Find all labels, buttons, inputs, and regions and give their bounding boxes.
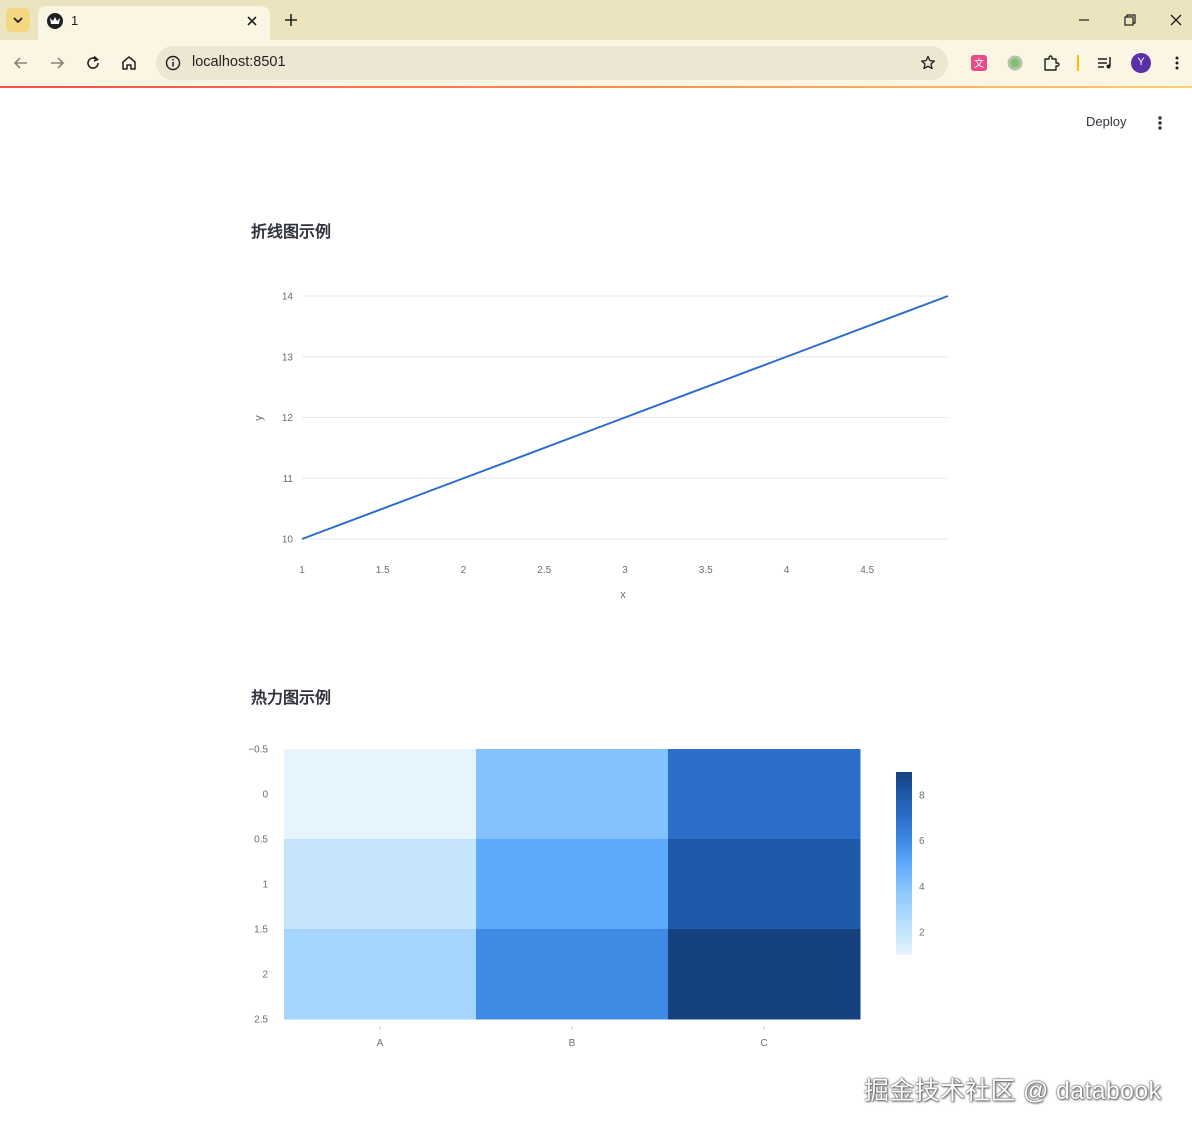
- y-tick-label: 13: [282, 352, 294, 363]
- browser-tab-bar: 1: [0, 0, 1192, 40]
- heatmap-y-tick-label: 1.5: [254, 925, 268, 936]
- heatmap-cell: [668, 839, 861, 930]
- restore-button[interactable]: [1118, 8, 1142, 32]
- streamlit-favicon-icon: [47, 13, 63, 29]
- heatmap-cell: [284, 929, 477, 1020]
- minimize-button[interactable]: [1072, 8, 1096, 32]
- app-status-line: [0, 86, 1192, 88]
- x-axis-label: x: [620, 589, 626, 601]
- close-icon: [1170, 14, 1182, 26]
- heatmap-y-tick-label: 0: [262, 790, 268, 801]
- reload-icon: [87, 55, 99, 69]
- heatmap-cell: [668, 929, 861, 1020]
- browser-menu-button[interactable]: [1167, 53, 1187, 73]
- colorbar-tick-label: 6: [919, 836, 925, 847]
- home-icon: [122, 56, 136, 70]
- heatmap-cell: [476, 749, 669, 840]
- x-tick-label: 2: [461, 565, 467, 576]
- x-tick-label: 3: [622, 565, 628, 576]
- bookmark-star-icon[interactable]: [918, 53, 938, 73]
- url-text: localhost:8501: [192, 54, 286, 70]
- restore-icon: [1124, 14, 1136, 26]
- watermark-text: 掘金技术社区 @ databook: [864, 1077, 1162, 1105]
- kebab-menu-icon: [1175, 56, 1179, 70]
- heatmap-x-tick-label: A: [377, 1038, 384, 1049]
- heatmap-cell: [668, 749, 861, 840]
- heatmap-y-tick-label: 1: [262, 880, 268, 891]
- toolbar-divider: [1077, 55, 1079, 71]
- x-tick-label: 1.5: [376, 565, 390, 576]
- plus-icon: [285, 14, 297, 26]
- media-control-icon[interactable]: [1095, 53, 1115, 73]
- x-tick-label: 2.5: [537, 565, 551, 576]
- colorbar-tick-label: 8: [919, 790, 925, 801]
- profile-avatar[interactable]: Y: [1131, 53, 1151, 73]
- translate-extension-icon[interactable]: 文: [969, 53, 989, 73]
- home-button[interactable]: [117, 51, 141, 75]
- heatmap-y-tick-label: 2: [262, 970, 268, 981]
- x-tick-label: 3.5: [699, 565, 713, 576]
- y-tick-label: 11: [283, 474, 294, 485]
- close-window-button[interactable]: [1164, 8, 1188, 32]
- extensions-puzzle-icon[interactable]: [1041, 53, 1061, 73]
- heatmap-cell: [476, 839, 669, 930]
- deploy-button[interactable]: Deploy: [1086, 114, 1126, 129]
- chevron-down-icon: [13, 17, 23, 24]
- y-tick-label: 12: [282, 413, 294, 424]
- x-tick-label: 1: [299, 565, 305, 576]
- minimize-icon: [1079, 19, 1089, 21]
- colorbar: [896, 772, 912, 955]
- extension-circle-icon[interactable]: [1005, 53, 1025, 73]
- tab-close-icon[interactable]: [242, 11, 262, 31]
- heatmap-x-tick-label: C: [760, 1038, 767, 1049]
- arrow-left-icon: [13, 57, 27, 69]
- x-tick-label: 4: [784, 565, 790, 576]
- forward-button[interactable]: [45, 51, 69, 75]
- y-tick-label: 14: [282, 292, 294, 303]
- profile-initial: Y: [1137, 56, 1145, 68]
- heatmap-cell: [284, 749, 477, 840]
- heatmap-chart: −0.5 0 0.5 1 1.5 2 2.5 A B C 2 4 6 8: [248, 745, 925, 1050]
- heatmap-y-tick-label: 2.5: [254, 1015, 268, 1026]
- browser-tab[interactable]: 1: [38, 6, 270, 40]
- heatmap-heading: 热力图示例: [251, 690, 332, 707]
- address-bar[interactable]: localhost:8501: [156, 46, 948, 80]
- colorbar-tick-label: 4: [919, 882, 925, 893]
- tab-title: 1: [71, 13, 79, 28]
- kebab-menu-icon: [1158, 116, 1162, 130]
- line-chart-heading: 折线图示例: [251, 224, 332, 241]
- browser-toolbar: localhost:8501 文 Y: [0, 40, 1192, 86]
- heatmap-y-tick-label: 0.5: [254, 835, 268, 846]
- y-axis-label: y: [253, 415, 265, 421]
- heatmap-y-tick-label: −0.5: [248, 745, 268, 756]
- new-tab-button[interactable]: [280, 9, 302, 31]
- y-tick-label: 10: [282, 535, 294, 546]
- tab-search-button[interactable]: [6, 8, 30, 32]
- arrow-right-icon: [51, 57, 65, 69]
- x-tick-label: 4.5: [860, 565, 874, 576]
- back-button[interactable]: [9, 51, 33, 75]
- heatmap-cell: [476, 929, 669, 1020]
- app-main-menu-button[interactable]: [1150, 113, 1170, 133]
- heatmap-cell: [284, 839, 477, 930]
- svg-text:文: 文: [974, 57, 984, 70]
- heatmap-x-tick-label: B: [569, 1038, 576, 1049]
- colorbar-tick-label: 2: [919, 928, 925, 939]
- site-info-icon[interactable]: [164, 54, 182, 72]
- reload-button[interactable]: [81, 51, 105, 75]
- line-series: [301, 295, 949, 540]
- line-chart: 10 11 12 13 14 1 1.5 2 2.5 3 3.5 4 4.5 x y: [253, 292, 949, 601]
